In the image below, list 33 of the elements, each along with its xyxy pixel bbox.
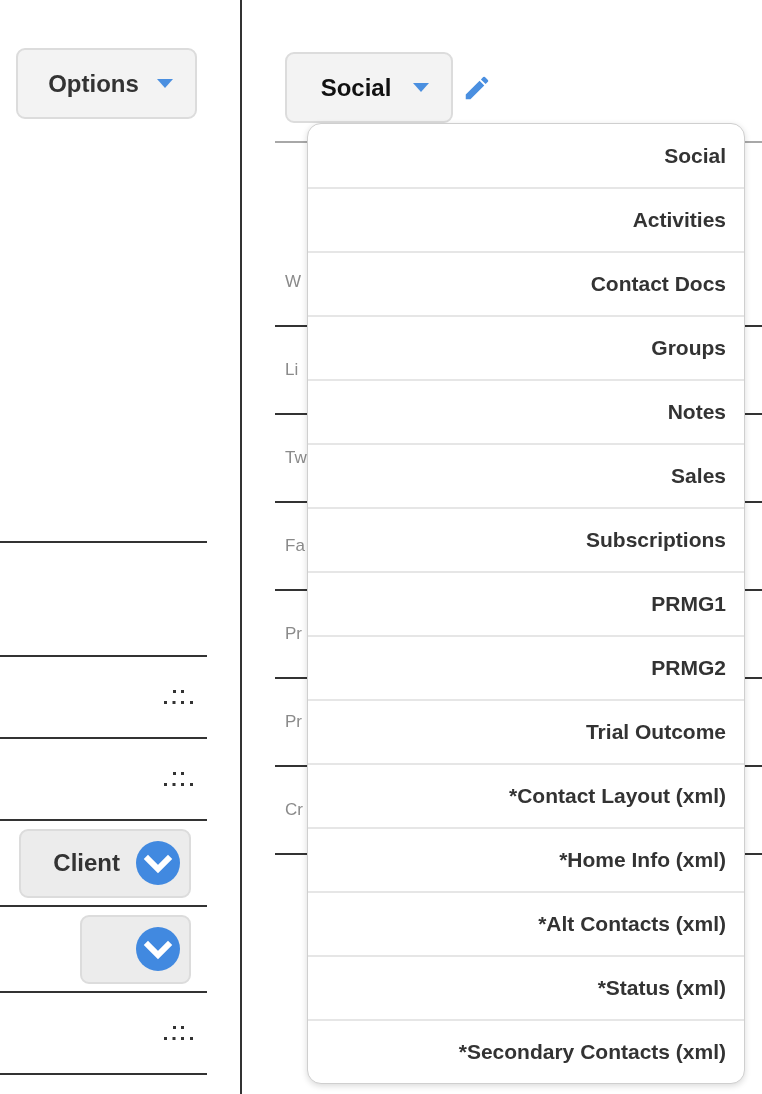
chevron-circle-icon <box>136 841 180 885</box>
menu-item[interactable]: *Status (xml) <box>308 955 744 1019</box>
caret-icon <box>413 83 430 92</box>
select-button[interactable] <box>80 914 191 984</box>
select-button[interactable]: Client <box>19 828 191 898</box>
menu-item[interactable]: Subscriptions <box>308 507 744 571</box>
menu-item[interactable]: *Home Info (xml) <box>308 827 744 891</box>
chevron-circle-icon <box>136 927 180 971</box>
field-label: Li <box>285 360 299 380</box>
field-label: Pr <box>285 712 302 732</box>
menu-item[interactable]: Contact Docs <box>308 251 744 315</box>
menu-item[interactable]: PRMG2 <box>308 635 744 699</box>
menu-item[interactable]: PRMG1 <box>308 571 744 635</box>
grip-dots-icon[interactable] <box>164 690 193 704</box>
grip-dots-icon[interactable] <box>164 1026 193 1040</box>
options-button[interactable]: Options <box>16 48 197 119</box>
caret-icon <box>156 79 173 88</box>
menu-item[interactable]: *Secondary Contacts (xml) <box>308 1019 744 1083</box>
field-label: Pr <box>285 624 302 644</box>
menu-item[interactable]: Trial Outcome <box>308 699 744 763</box>
menu-item[interactable]: Notes <box>308 379 744 443</box>
field-label: Cr <box>285 800 303 820</box>
view-select-button[interactable]: Social <box>285 52 453 123</box>
field-label: W <box>285 272 302 292</box>
menu-item[interactable]: Groups <box>308 315 744 379</box>
menu-item[interactable]: Sales <box>308 443 744 507</box>
menu-item[interactable]: *Alt Contacts (xml) <box>308 891 744 955</box>
menu-item[interactable]: *Contact Layout (xml) <box>308 763 744 827</box>
grip-dots-icon[interactable] <box>164 772 193 786</box>
field-label: Tw <box>285 448 307 468</box>
menu-item[interactable]: Social <box>308 124 744 187</box>
field-label: Fa <box>285 536 305 556</box>
menu-item[interactable]: Activities <box>308 187 744 251</box>
